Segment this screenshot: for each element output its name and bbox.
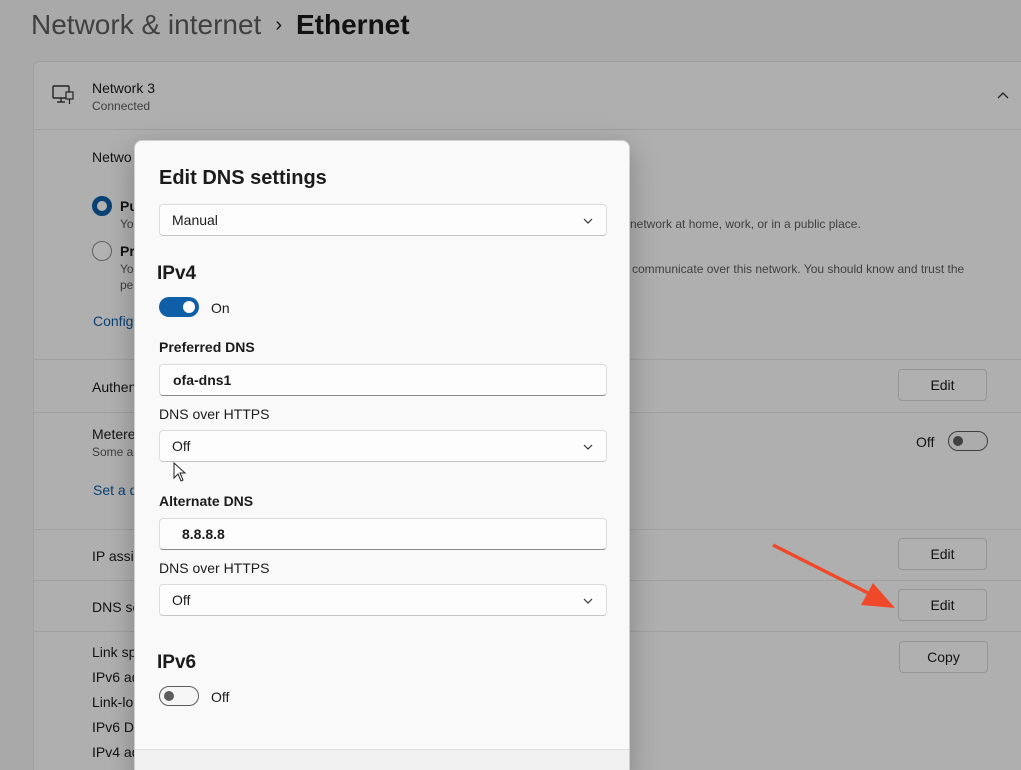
dns-mode-value: Manual	[172, 212, 218, 228]
ipv6-toggle-state: Off	[211, 689, 230, 705]
chevron-down-icon	[583, 598, 593, 604]
alternate-doh-dropdown[interactable]: Off	[159, 584, 607, 616]
ipv4-toggle-state: On	[211, 300, 230, 316]
alternate-doh-label: DNS over HTTPS	[159, 560, 270, 576]
preferred-doh-dropdown[interactable]: Off	[159, 430, 607, 462]
ipv6-toggle[interactable]	[159, 686, 199, 706]
ipv4-heading: IPv4	[157, 263, 197, 284]
dialog-title: Edit DNS settings	[159, 167, 327, 189]
preferred-doh-label: DNS over HTTPS	[159, 406, 270, 422]
alternate-dns-input[interactable]: 8.8.8.8	[159, 518, 607, 550]
chevron-down-icon	[583, 444, 593, 450]
alternate-doh-value: Off	[172, 592, 191, 608]
mouse-cursor-icon	[173, 462, 187, 482]
ipv4-toggle[interactable]	[159, 297, 199, 317]
preferred-doh-value: Off	[172, 438, 191, 454]
chevron-down-icon	[583, 218, 593, 224]
dns-mode-dropdown[interactable]: Manual	[159, 204, 607, 236]
ipv6-heading: IPv6	[157, 652, 197, 673]
edit-dns-dialog: Edit DNS settings Manual IPv4 On Preferr…	[134, 140, 630, 770]
preferred-dns-label: Preferred DNS	[159, 339, 255, 355]
preferred-dns-input[interactable]: ofa-dns1	[159, 364, 607, 396]
alternate-dns-label: Alternate DNS	[159, 493, 254, 509]
dialog-footer	[135, 749, 629, 770]
